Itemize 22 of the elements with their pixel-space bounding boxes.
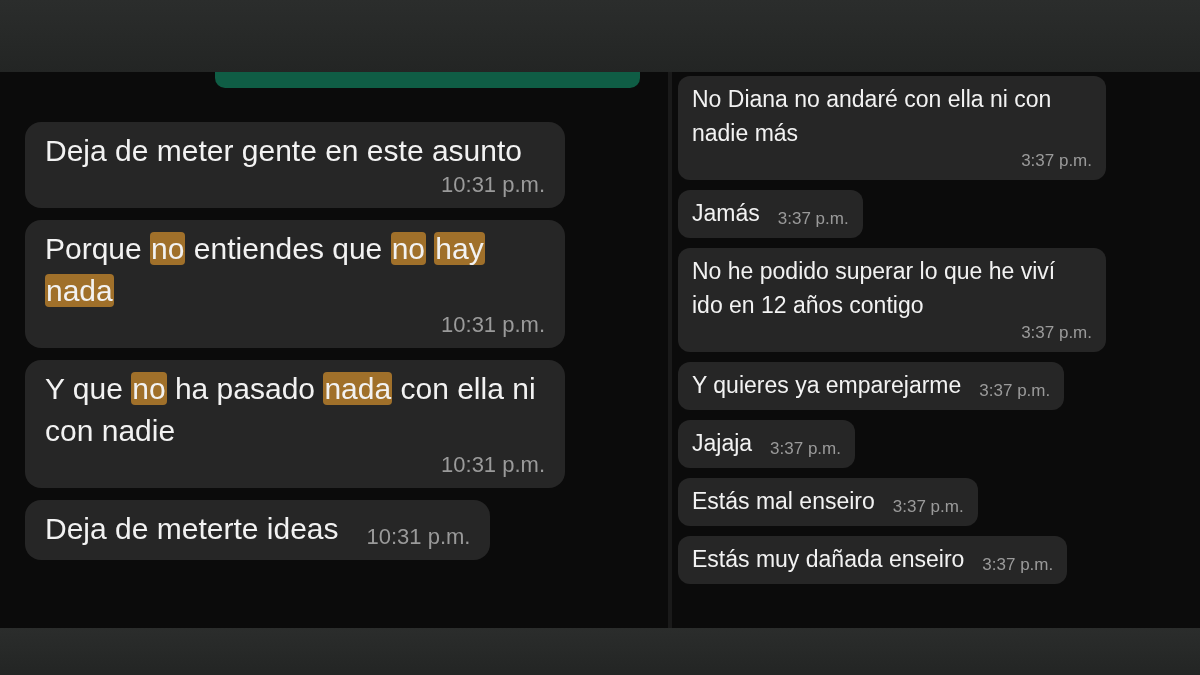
message-text: Porque no entiendes que no hay nada [45, 231, 486, 309]
message-text: Deja de meterte ideas [45, 511, 339, 547]
message-text: Estás muy dañada enseiro [692, 545, 965, 574]
message-text: Y quieres ya emparejarme [692, 371, 962, 400]
message-time: 10:31 p.m. [440, 452, 545, 478]
message-time: 10:31 p.m. [440, 172, 545, 198]
message-text: No he podido superar lo que he viví ido en 12 años contigo [692, 257, 1057, 320]
message-text: Y que no ha pasado nada con ella ni con nadie [45, 371, 537, 449]
message-time: 3:37 p.m. [776, 208, 849, 230]
message-time: 3:37 p.m. [1020, 322, 1092, 344]
message-text: Deja de meter gente en este asunto [45, 133, 522, 169]
message-time: 3:37 p.m. [891, 496, 964, 518]
message-text: Estás mal enseiro [692, 487, 875, 516]
message-time: 3:37 p.m. [981, 554, 1054, 576]
message-time: 10:31 p.m. [365, 524, 471, 550]
message-text: Jajaja [692, 429, 753, 458]
message-time: 3:37 p.m. [1020, 150, 1092, 172]
message-text: No Diana no andaré con ella ni con nadie más [692, 85, 1053, 148]
message-text: Jamás [692, 199, 760, 228]
message-time: 3:37 p.m. [978, 380, 1051, 402]
message-time: 3:37 p.m. [769, 438, 841, 460]
message-time: 10:31 p.m. [440, 312, 545, 338]
